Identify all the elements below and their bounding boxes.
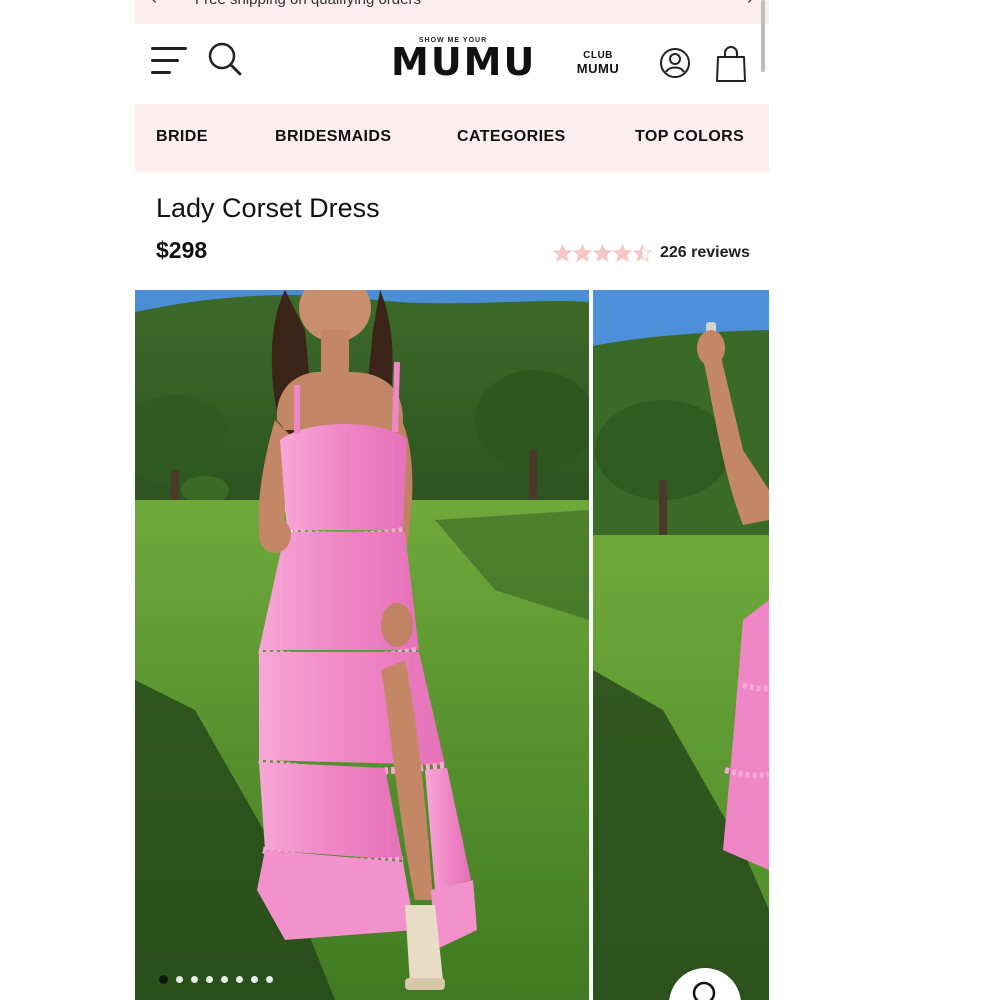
- product-page: ‹ Free shipping on qualifying orders › S…: [135, 0, 769, 1000]
- gallery-dot[interactable]: [191, 976, 198, 983]
- gallery-dot[interactable]: [251, 976, 258, 983]
- account-icon[interactable]: [659, 47, 691, 79]
- nav-item-bride[interactable]: BRIDE: [156, 128, 208, 146]
- club-label-bottom: MUMU: [576, 61, 620, 76]
- gallery-dot[interactable]: [206, 976, 213, 983]
- star-icon: [573, 243, 592, 262]
- site-logo[interactable]: SHOW ME YOUR MUMU: [391, 37, 537, 84]
- rating-stars: [553, 243, 652, 263]
- page-scrollbar[interactable]: [761, 0, 765, 72]
- search-icon[interactable]: [207, 41, 243, 77]
- nav-item-categories[interactable]: CATEGORIES: [457, 128, 566, 146]
- gallery-dot[interactable]: [266, 976, 273, 983]
- gallery-dot[interactable]: [159, 975, 168, 984]
- cart-icon[interactable]: [715, 45, 747, 83]
- star-icon: [613, 243, 632, 262]
- product-price: $298: [156, 237, 208, 263]
- promo-text: Free shipping on qualifying orders: [195, 0, 421, 8]
- zoom-icon: [692, 981, 716, 1000]
- gallery-image-2[interactable]: [593, 290, 769, 1000]
- gallery-dot[interactable]: [176, 976, 183, 983]
- star-icon: [593, 243, 612, 262]
- model-photo-front: [135, 290, 589, 1000]
- product-image-gallery[interactable]: [135, 290, 769, 1000]
- model-photo-toast: [593, 290, 769, 1000]
- product-rating[interactable]: 226 reviews: [553, 240, 750, 266]
- club-mumu-link[interactable]: CLUB MUMU: [571, 49, 625, 75]
- nav-item-top-colors[interactable]: TOP COLORS: [635, 128, 744, 146]
- reviews-count[interactable]: 226 reviews: [660, 244, 750, 262]
- site-header: SHOW ME YOUR MUMU CLUB MUMU: [135, 24, 769, 104]
- promo-bar[interactable]: ‹ Free shipping on qualifying orders ›: [135, 0, 769, 24]
- gallery-pagination: [159, 975, 273, 984]
- promo-prev-arrow-icon[interactable]: ‹: [151, 0, 157, 9]
- gallery-image-1[interactable]: [135, 290, 589, 1000]
- logo-wordmark: MUMU: [391, 40, 537, 84]
- star-icon: [633, 243, 652, 262]
- gallery-dot[interactable]: [236, 976, 243, 983]
- product-title: Lady Corset Dress: [156, 193, 380, 223]
- category-nav: BRIDE BRIDESMAIDS CATEGORIES TOP COLORS: [135, 104, 769, 172]
- gallery-dot[interactable]: [221, 976, 228, 983]
- nav-item-bridesmaids[interactable]: BRIDESMAIDS: [275, 128, 391, 146]
- menu-icon[interactable]: [151, 44, 191, 78]
- star-icon: [553, 243, 572, 262]
- promo-next-arrow-icon[interactable]: ›: [747, 0, 753, 9]
